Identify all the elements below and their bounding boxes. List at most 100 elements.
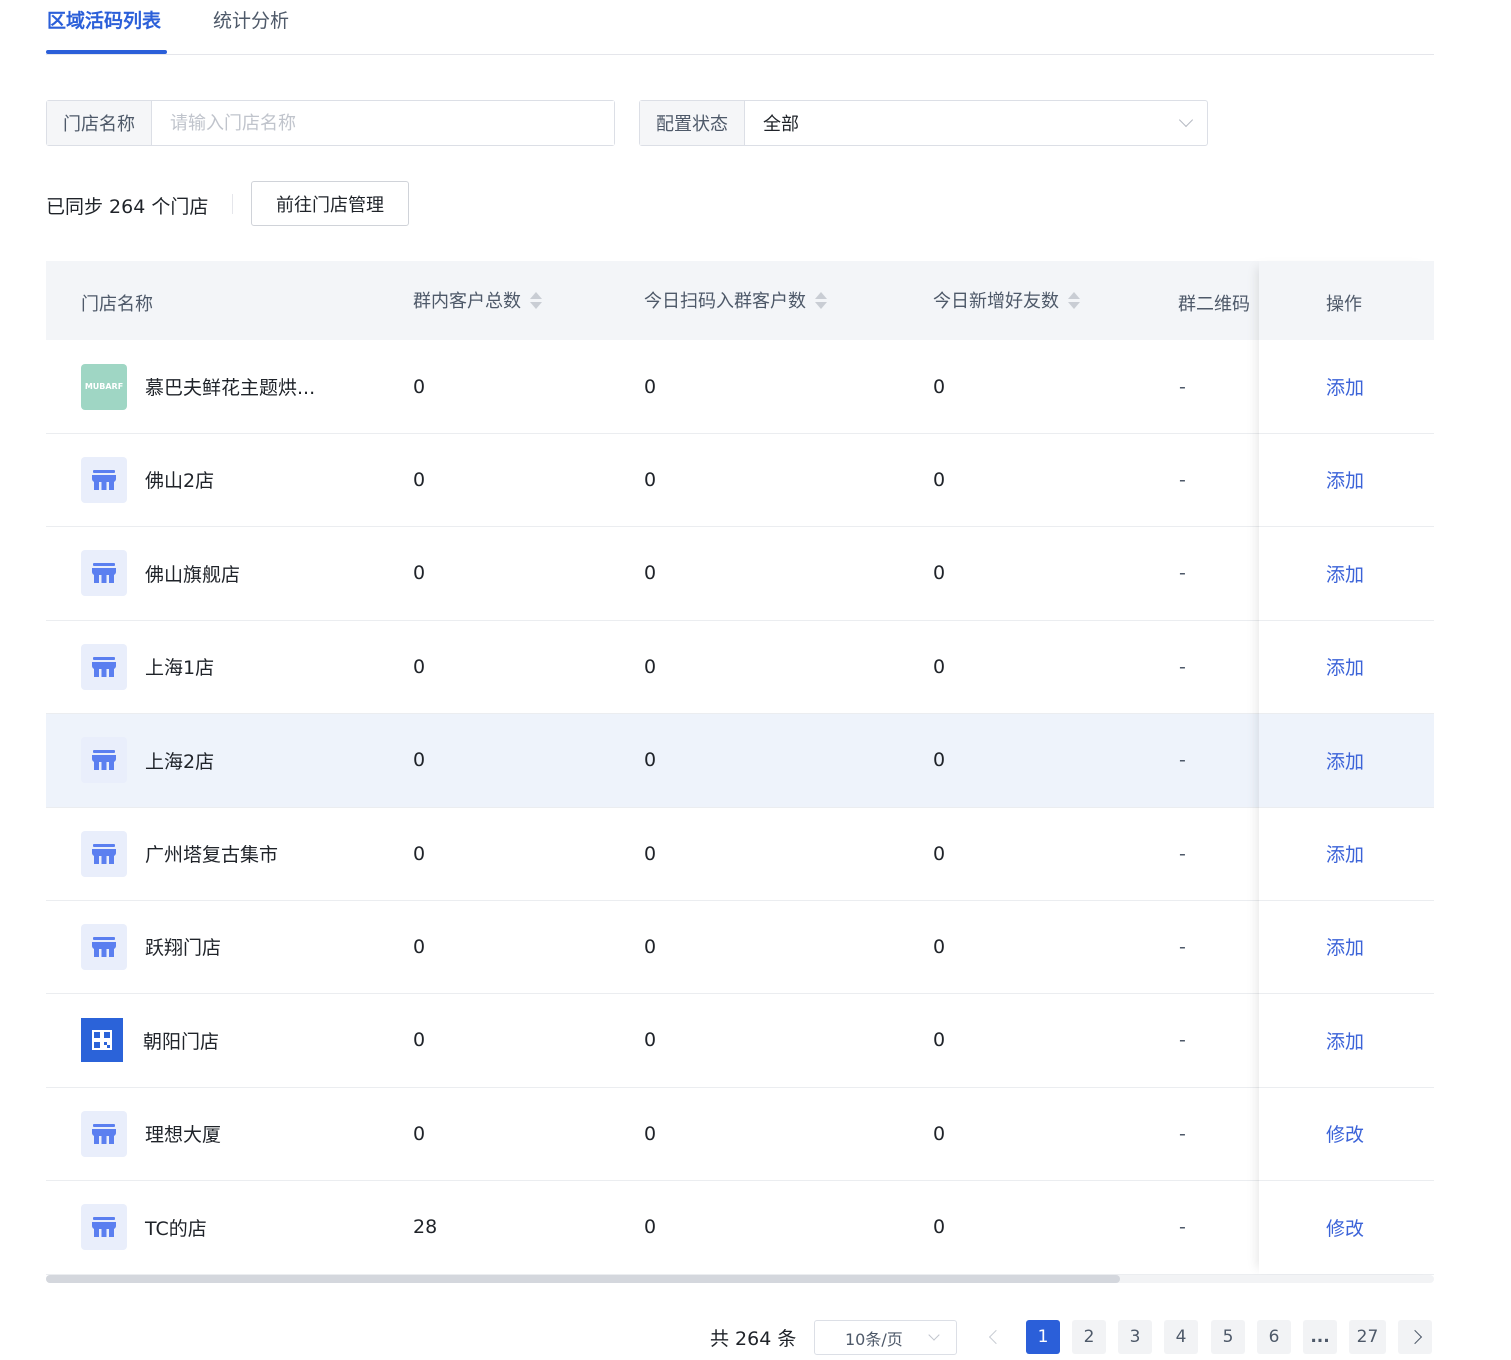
- page-size-select[interactable]: 10条/页: [814, 1320, 957, 1355]
- store-icon: [81, 643, 127, 690]
- scrollbar-thumb[interactable]: [46, 1275, 1120, 1283]
- row-action-link[interactable]: 添加: [1326, 900, 1364, 993]
- store-name: 广州塔复古集市: [145, 844, 279, 866]
- new-friends-cell: 0: [933, 842, 946, 865]
- store-icon: [81, 550, 127, 597]
- table-row: 佛山2店 0 0 0 - 添加: [46, 433, 1434, 528]
- status-filter: 配置状态 全部: [639, 100, 1208, 146]
- total-customers-cell: 0: [413, 562, 426, 585]
- total-customers-cell: 0: [413, 655, 426, 678]
- store-icon: [81, 830, 127, 877]
- row-action-link[interactable]: 添加: [1326, 433, 1364, 526]
- scan-today-cell: 0: [644, 1029, 657, 1052]
- table-row: 理想大厦 0 0 0 - 修改: [46, 1087, 1434, 1182]
- group-qr-cell: -: [1179, 842, 1186, 865]
- total-count: 共 264 条: [710, 1328, 797, 1350]
- page-button-3[interactable]: 3: [1118, 1320, 1152, 1354]
- total-customers-cell: 0: [413, 842, 426, 865]
- store-name: 上海1店: [145, 657, 215, 680]
- row-action-link[interactable]: 添加: [1326, 340, 1364, 433]
- total-customers-cell: 0: [413, 935, 426, 958]
- scan-today-cell: 0: [644, 749, 657, 772]
- column-header-new-friends[interactable]: 今日新增好友数: [933, 287, 1080, 313]
- store-name-cell: 朝阳门店: [81, 994, 219, 1087]
- page-size-value: 10条/页: [845, 1329, 903, 1349]
- page-button-6[interactable]: 6: [1257, 1320, 1291, 1354]
- page-ellipsis[interactable]: ...: [1303, 1320, 1337, 1354]
- new-friends-cell: 0: [933, 375, 946, 398]
- column-header-group-qr: 群二维码: [1178, 294, 1250, 315]
- new-friends-cell: 0: [933, 655, 946, 678]
- table-row: 上海1店 0 0 0 - 添加: [46, 620, 1434, 715]
- table-row: MUBARF 慕巴夫鲜花主题烘... 0 0 0 - 添加: [46, 340, 1434, 434]
- row-action-link[interactable]: 添加: [1326, 807, 1364, 900]
- active-tab-indicator: [46, 50, 167, 54]
- table-row: TC的店 28 0 0 - 修改: [46, 1181, 1434, 1275]
- tab-bar: 区域活码列表 统计分析: [46, 0, 1434, 55]
- store-name: 朝阳门店: [143, 1030, 220, 1053]
- page-button-27[interactable]: 27: [1349, 1320, 1386, 1354]
- status-select[interactable]: 全部: [745, 101, 1207, 145]
- group-qr-cell: -: [1179, 375, 1186, 398]
- scan-today-cell: 0: [644, 1122, 657, 1145]
- chevron-down-icon: [1178, 112, 1194, 128]
- new-friends-cell: 0: [933, 749, 946, 772]
- page-button-1[interactable]: 1: [1026, 1320, 1060, 1354]
- store-icon: [81, 737, 127, 784]
- row-action-link[interactable]: 添加: [1326, 994, 1364, 1087]
- store-qr-logo-icon: [81, 1018, 123, 1063]
- sort-icon[interactable]: [1068, 291, 1080, 309]
- horizontal-scrollbar[interactable]: [46, 1275, 1434, 1283]
- prev-page-button[interactable]: [979, 1320, 1013, 1354]
- tab-statistics[interactable]: 统计分析: [213, 6, 289, 33]
- group-qr-cell: -: [1179, 749, 1186, 772]
- scan-today-cell: 0: [644, 842, 657, 865]
- store-name: 跃翔门店: [145, 937, 222, 960]
- page-button-4[interactable]: 4: [1164, 1320, 1198, 1354]
- tab-region-code-list[interactable]: 区域活码列表: [47, 6, 161, 33]
- group-qr-cell: -: [1179, 1216, 1186, 1239]
- new-friends-cell: 0: [933, 1029, 946, 1052]
- store-name-cell: 上海2店: [81, 714, 214, 807]
- store-name-cell: 广州塔复古集市: [81, 807, 278, 900]
- column-header-scan-today[interactable]: 今日扫码入群客户数: [644, 287, 827, 313]
- new-friends-cell: 0: [933, 562, 946, 585]
- chevron-down-icon: [928, 1328, 940, 1341]
- chevron-left-icon: [988, 1329, 1004, 1345]
- total-customers-cell: 0: [413, 468, 426, 491]
- total-customers-cell: 0: [413, 749, 426, 772]
- next-page-button[interactable]: [1398, 1320, 1432, 1354]
- scan-today-cell: 0: [644, 468, 657, 491]
- row-action-link[interactable]: 添加: [1326, 620, 1364, 713]
- page-button-5[interactable]: 5: [1211, 1320, 1245, 1354]
- new-friends-cell: 0: [933, 1216, 946, 1239]
- store-name: 上海2店: [145, 750, 215, 773]
- sort-icon[interactable]: [815, 291, 827, 309]
- total-customers-cell: 0: [413, 1029, 426, 1052]
- scan-today-cell: 0: [644, 562, 657, 585]
- scan-today-cell: 0: [644, 655, 657, 678]
- row-action-link[interactable]: 添加: [1326, 714, 1364, 807]
- store-name: TC的店: [145, 1217, 207, 1240]
- row-action-link[interactable]: 添加: [1326, 527, 1364, 620]
- group-qr-cell: -: [1179, 468, 1186, 491]
- store-name-cell: MUBARF 慕巴夫鲜花主题烘...: [81, 340, 315, 433]
- row-action-link[interactable]: 修改: [1326, 1181, 1364, 1274]
- column-header-actions: 操作: [1326, 294, 1362, 315]
- page-button-2[interactable]: 2: [1072, 1320, 1106, 1354]
- column-header-total-customers[interactable]: 群内客户总数: [413, 287, 542, 313]
- store-name-filter-label: 门店名称: [47, 101, 152, 145]
- table-row: 朝阳门店 0 0 0 - 添加: [46, 994, 1434, 1088]
- total-customers-cell: 0: [413, 375, 426, 398]
- goto-store-management-button[interactable]: 前往门店管理: [251, 181, 409, 226]
- store-logo-icon: MUBARF: [81, 363, 127, 410]
- divider: [232, 194, 233, 214]
- store-name-cell: 跃翔门店: [81, 900, 221, 993]
- new-friends-cell: 0: [933, 468, 946, 491]
- row-action-link[interactable]: 修改: [1326, 1087, 1364, 1180]
- status-filter-label: 配置状态: [640, 101, 745, 145]
- sort-icon[interactable]: [530, 291, 542, 309]
- store-name-cell: 佛山旗舰店: [81, 527, 240, 620]
- store-icon: [81, 1110, 127, 1157]
- store-name-input[interactable]: [152, 101, 614, 145]
